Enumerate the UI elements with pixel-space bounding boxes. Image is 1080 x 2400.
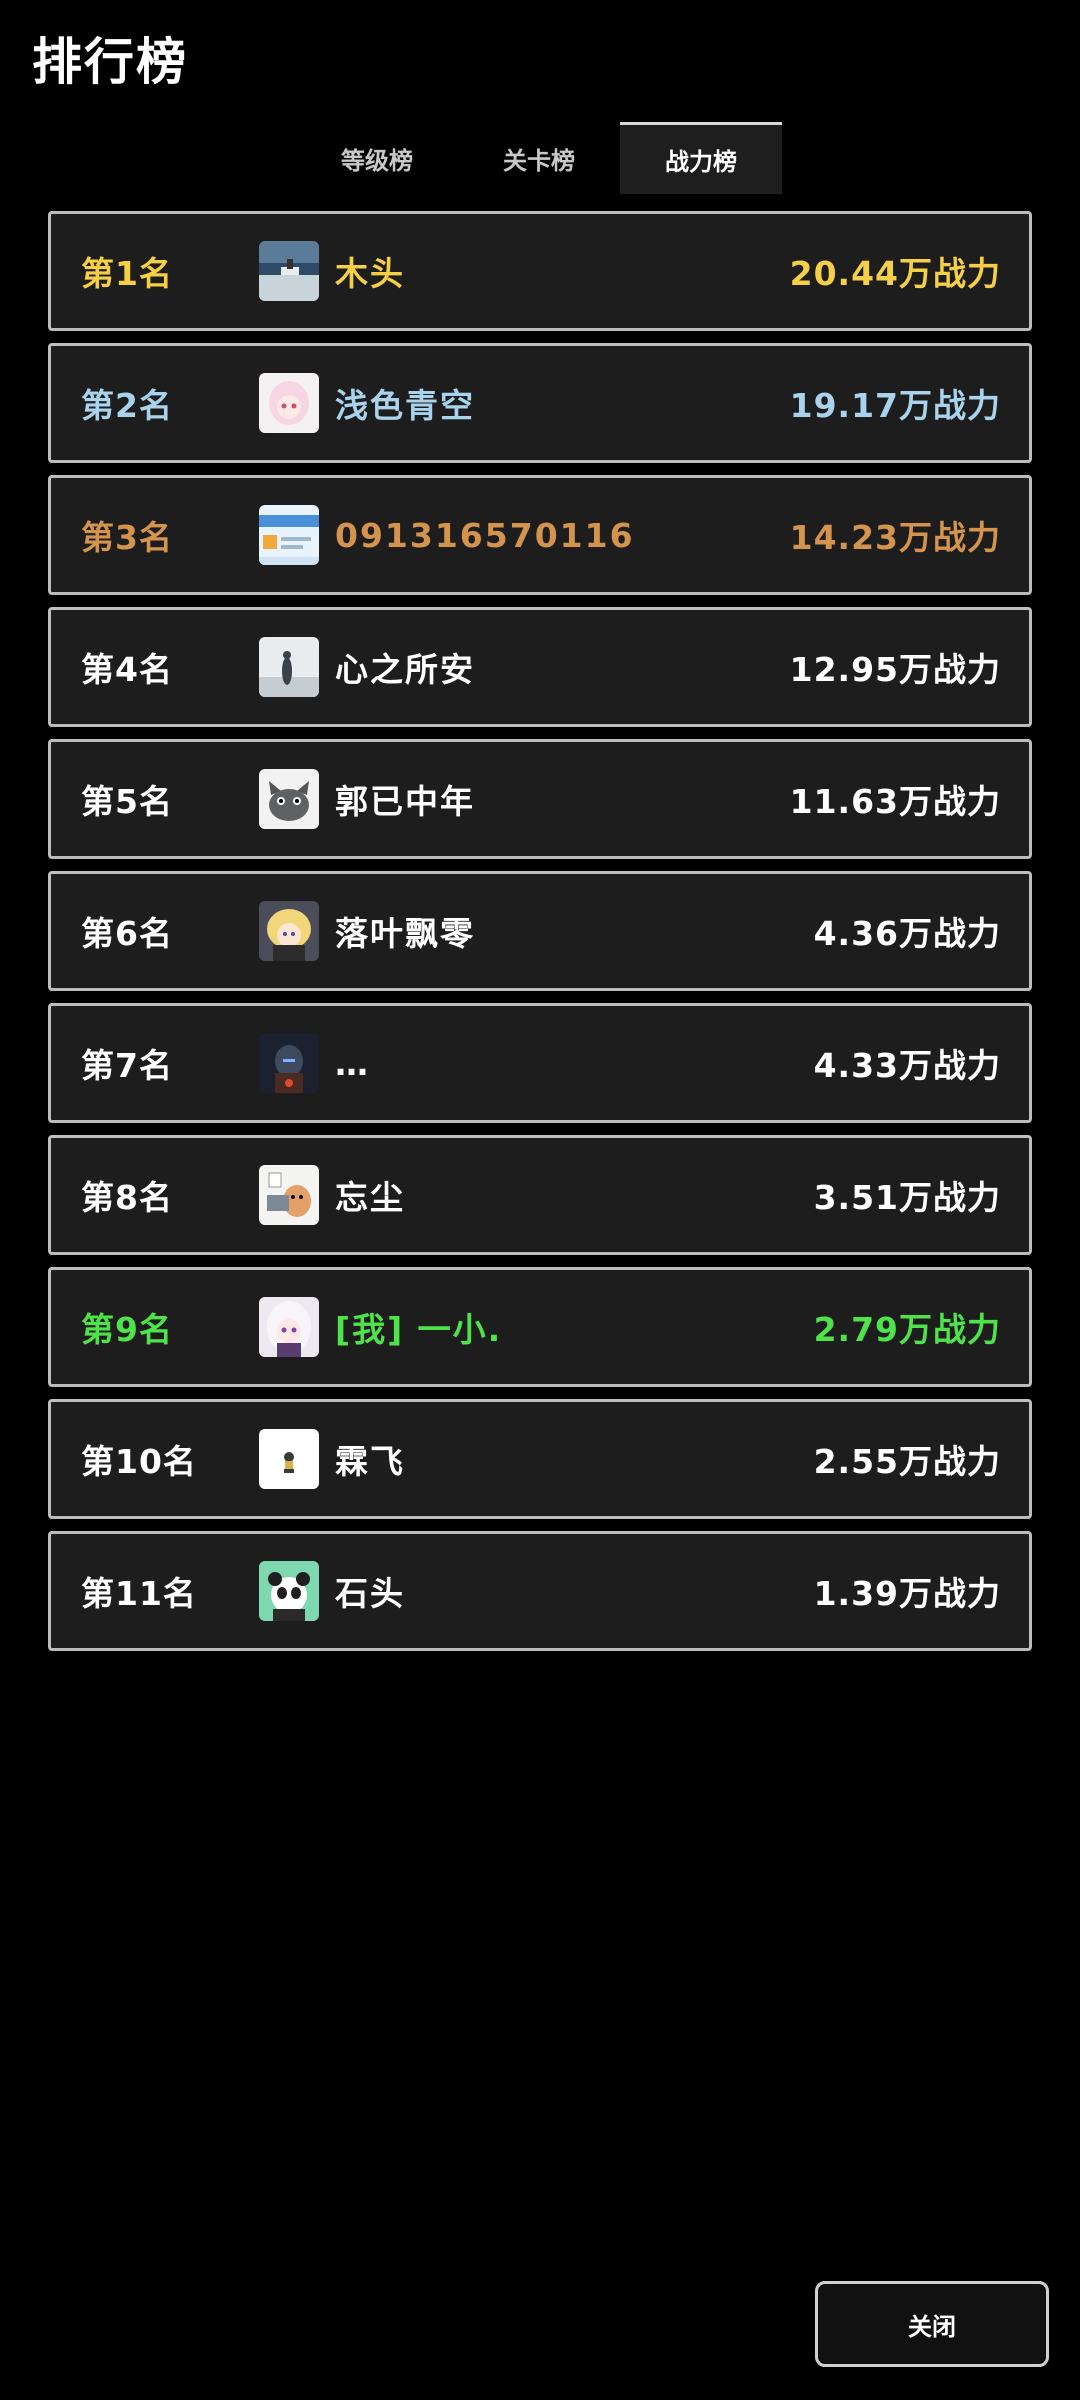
power-value: 2.79万战力 <box>813 1310 1001 1349</box>
ranking-row[interactable]: 第5名 郭已中年 11.63万战力 <box>48 739 1032 859</box>
power-value: 4.33万战力 <box>813 1046 1001 1085</box>
cat-cartoon-avatar-icon <box>259 1165 319 1225</box>
page-title: 排行榜 <box>32 32 188 91</box>
player-name: 霖飞 <box>335 1442 405 1481</box>
power-value: 2.55万战力 <box>813 1442 1001 1481</box>
tab-stage-ranking[interactable]: 关卡榜 <box>458 122 620 194</box>
rank-label: 第10名 <box>81 1442 197 1481</box>
boat-landscape-avatar-icon <box>259 241 319 301</box>
rank-label: 第5名 <box>81 782 173 821</box>
power-value: 4.36万战力 <box>813 914 1001 953</box>
screenshot-avatar-icon <box>259 505 319 565</box>
ranking-row-self[interactable]: 第9名 [我] 一小. 2.79万战力 <box>48 1267 1032 1387</box>
power-value: 14.23万战力 <box>789 518 1001 557</box>
ranking-row[interactable]: 第4名 心之所安 12.95万战力 <box>48 607 1032 727</box>
armored-hero-avatar-icon <box>259 1033 319 1093</box>
ranking-row[interactable]: 第3名 091316570116 14.23万战力 <box>48 475 1032 595</box>
ranking-row[interactable]: 第1名 木头 20.44万战力 <box>48 211 1032 331</box>
anime-white-hair-avatar-icon <box>259 1297 319 1357</box>
rank-label: 第1名 <box>81 254 173 293</box>
tab-level-ranking[interactable]: 等级榜 <box>296 122 458 194</box>
player-name: 忘尘 <box>335 1178 405 1217</box>
rank-label: 第3名 <box>81 518 173 557</box>
rank-label: 第9名 <box>81 1310 173 1349</box>
rank-label: 第6名 <box>81 914 173 953</box>
close-button[interactable]: 关闭 <box>815 2281 1049 2367</box>
ranking-row[interactable]: 第11名 石头 1.39万战力 <box>48 1531 1032 1651</box>
ink-figure-avatar-icon <box>259 637 319 697</box>
rank-label: 第8名 <box>81 1178 173 1217</box>
rank-label: 第4名 <box>81 650 173 689</box>
player-name: … <box>335 1043 370 1083</box>
ranking-list: 第1名 木头 20.44万战力 第2名 浅色青空 19.17万战力 第3名 09… <box>48 211 1032 1663</box>
rank-label: 第7名 <box>81 1046 173 1085</box>
tab-power-ranking[interactable]: 战力榜 <box>620 122 782 194</box>
player-name: [我] 一小. <box>335 1310 503 1349</box>
ranking-row[interactable]: 第7名 … 4.33万战力 <box>48 1003 1032 1123</box>
power-value: 1.39万战力 <box>813 1574 1001 1613</box>
ranking-tabs: 等级榜 关卡榜 战力榜 <box>296 122 782 194</box>
rank-label: 第2名 <box>81 386 173 425</box>
player-name: 落叶飘零 <box>335 914 475 953</box>
wolf-cartoon-avatar-icon <box>259 769 319 829</box>
power-value: 11.63万战力 <box>789 782 1001 821</box>
ranking-row[interactable]: 第2名 浅色青空 19.17万战力 <box>48 343 1032 463</box>
rank-label: 第11名 <box>81 1574 197 1613</box>
player-name: 091316570116 <box>335 515 635 555</box>
power-value: 12.95万战力 <box>789 650 1001 689</box>
player-name: 心之所安 <box>335 650 475 689</box>
anime-girl-avatar-icon <box>259 373 319 433</box>
panda-avatar-icon <box>259 1561 319 1621</box>
player-name: 木头 <box>335 254 405 293</box>
ranking-row[interactable]: 第10名 霖飞 2.55万战力 <box>48 1399 1032 1519</box>
small-figure-avatar-icon <box>259 1429 319 1489</box>
player-name: 浅色青空 <box>335 386 475 425</box>
ranking-row[interactable]: 第8名 忘尘 3.51万战力 <box>48 1135 1032 1255</box>
player-name: 石头 <box>335 1574 405 1613</box>
ranking-row[interactable]: 第6名 落叶飘零 4.36万战力 <box>48 871 1032 991</box>
power-value: 20.44万战力 <box>789 254 1001 293</box>
power-value: 19.17万战力 <box>789 386 1001 425</box>
anime-blonde-avatar-icon <box>259 901 319 961</box>
player-name: 郭已中年 <box>335 782 475 821</box>
power-value: 3.51万战力 <box>813 1178 1001 1217</box>
